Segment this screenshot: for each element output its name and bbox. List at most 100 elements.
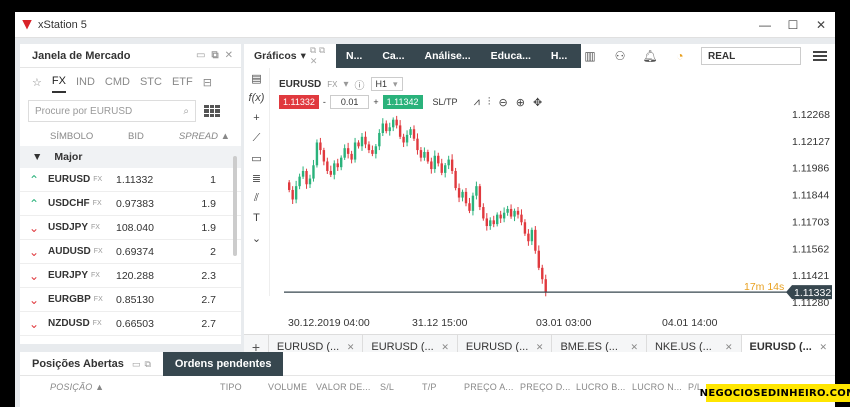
quote-bid: 0.97383 bbox=[116, 197, 154, 210]
volume-minus[interactable]: - bbox=[323, 97, 326, 107]
symbol-search-input[interactable]: Procure por EURUSD ⌕ bbox=[28, 100, 196, 122]
quote-row[interactable]: ⌃ USDCHF FX 0.97383 1.9 bbox=[20, 192, 241, 216]
quote-spread: 1 bbox=[210, 173, 216, 186]
candle-body bbox=[288, 182, 291, 190]
zoom-out-icon[interactable]: ⊖ bbox=[499, 96, 508, 109]
chart-panel: Gráficos ▾ ⧉ ⧉ ✕ N... Ca... Análise... E… bbox=[244, 44, 835, 359]
quote-bid: 108.040 bbox=[116, 221, 154, 234]
candle-body bbox=[506, 208, 509, 213]
grid-view-icon[interactable] bbox=[204, 105, 220, 117]
tab-ind[interactable]: IND bbox=[76, 72, 95, 92]
candle-body bbox=[544, 279, 547, 293]
market-column-headers: SÍMBOLO BID SPREAD ▲ bbox=[20, 126, 241, 146]
candle-body bbox=[534, 229, 537, 251]
tab-open-positions[interactable]: Posições Abertas ▭ ⧉ bbox=[20, 352, 163, 376]
candle-body bbox=[468, 203, 471, 211]
candle-body bbox=[378, 132, 381, 147]
candle-body bbox=[520, 214, 523, 223]
close-tab-icon[interactable]: ✕ bbox=[347, 342, 355, 353]
zoom-in-icon[interactable]: ⊕ bbox=[516, 96, 525, 109]
close-tab-icon[interactable]: ✕ bbox=[820, 342, 828, 353]
close-tab-icon[interactable]: ✕ bbox=[630, 342, 638, 353]
watermark: NEGOCIOSEDINHEIRO.COM bbox=[700, 384, 850, 402]
arrow-down-icon: ⌄ bbox=[28, 268, 40, 283]
minimize-panel-icon[interactable]: ▭ bbox=[196, 50, 205, 61]
candle-body bbox=[423, 151, 426, 158]
x-tick-label: 30.12.2019 04:00 bbox=[288, 317, 370, 329]
minimize-icon[interactable]: — bbox=[751, 12, 779, 38]
tab-pending-orders[interactable]: Ordens pendentes bbox=[162, 352, 284, 376]
candle-body bbox=[444, 165, 447, 173]
timeframe-selector[interactable]: H1 ▾ bbox=[370, 77, 403, 91]
popout-icon[interactable]: ⧉ bbox=[211, 50, 218, 61]
positions-column-header[interactable]: PREÇO A... bbox=[464, 382, 520, 392]
positions-column-header[interactable]: POSIÇÃO ▲ bbox=[20, 382, 220, 392]
market-watch-panel: Janela de Mercado ▭ ⧉ ✕ ☆ FX IND CMD STC… bbox=[20, 44, 241, 344]
positions-column-header[interactable]: PREÇO D... bbox=[520, 382, 576, 392]
info-icon[interactable]: ⓘ bbox=[355, 77, 365, 92]
maximize-icon[interactable]: ☐ bbox=[779, 12, 807, 38]
candle-body bbox=[343, 148, 346, 158]
quote-bid: 0.66503 bbox=[116, 317, 154, 330]
quote-row[interactable]: ⌄ NZDUSD FX 0.66503 2.7 bbox=[20, 312, 241, 336]
quote-row[interactable]: ⌄ EURJPY FX 120.288 2.3 bbox=[20, 264, 241, 288]
candle-body bbox=[523, 222, 527, 234]
candle-body bbox=[541, 267, 544, 280]
move-icon[interactable]: ✥ bbox=[533, 96, 542, 109]
close-tab-icon[interactable]: ✕ bbox=[725, 342, 733, 353]
quote-row[interactable]: ⌄ USDJPY FX 108.040 1.9 bbox=[20, 216, 241, 240]
popout-icon[interactable]: ⧉ bbox=[144, 359, 150, 370]
market-scrollbar[interactable] bbox=[233, 156, 237, 256]
volume-input[interactable]: 0.01 bbox=[329, 95, 370, 109]
quote-symbol: USDJPY FX bbox=[48, 222, 100, 233]
tab-cmd[interactable]: CMD bbox=[105, 72, 130, 92]
positions-column-header[interactable]: S/L bbox=[380, 382, 422, 392]
positions-column-header[interactable]: T/P bbox=[422, 382, 464, 392]
candle-body bbox=[527, 233, 530, 242]
quote-row[interactable]: ⌃ EURUSD FX 1.11332 1 bbox=[20, 168, 241, 192]
close-panel-icon[interactable]: ✕ bbox=[225, 50, 233, 61]
timeframe-dropdown-icon: ▾ bbox=[393, 78, 398, 89]
col-bid[interactable]: BID bbox=[120, 131, 170, 142]
col-symbol[interactable]: SÍMBOLO bbox=[20, 131, 120, 142]
close-icon[interactable]: ✕ bbox=[807, 12, 835, 38]
buy-button[interactable]: 1.11342 bbox=[382, 95, 423, 109]
chart-symbol[interactable]: EURUSD bbox=[279, 79, 321, 90]
candle-body bbox=[301, 170, 305, 177]
close-tab-icon[interactable]: ✕ bbox=[441, 342, 449, 353]
positions-column-header[interactable]: VALOR DE... bbox=[316, 382, 380, 392]
positions-column-header[interactable]: LUCRO B... bbox=[576, 382, 632, 392]
symbol-dropdown-icon[interactable]: ▾ bbox=[343, 79, 348, 90]
quote-row[interactable]: ⌄ AUDUSD FX 0.69374 2 bbox=[20, 240, 241, 264]
close-tab-icon[interactable]: ✕ bbox=[536, 342, 544, 353]
search-placeholder: Procure por EURUSD bbox=[35, 105, 133, 117]
y-tick-label: 1.11986 bbox=[792, 163, 829, 175]
minimize-panel-icon[interactable]: ▭ bbox=[132, 359, 141, 370]
col-spread[interactable]: SPREAD ▲ bbox=[170, 131, 230, 142]
market-watch-header: Janela de Mercado ▭ ⧉ ✕ bbox=[20, 44, 241, 68]
quote-row[interactable]: ⌄ EURGBP FX 0.85130 2.7 bbox=[20, 288, 241, 312]
tab-stc[interactable]: STC bbox=[140, 72, 162, 92]
y-tick-label: 1.12268 bbox=[792, 109, 830, 121]
candle-body bbox=[298, 176, 301, 187]
favorites-star-icon[interactable]: ☆ bbox=[32, 72, 42, 93]
tab-fx[interactable]: FX bbox=[51, 71, 66, 93]
volume-plus[interactable]: + bbox=[373, 97, 378, 107]
positions-column-header[interactable]: TIPO bbox=[220, 382, 268, 392]
candles-icon[interactable]: ⫶ bbox=[488, 96, 491, 109]
positions-column-header[interactable]: LUCRO N... bbox=[632, 382, 688, 392]
sltp-button[interactable]: SL/TP bbox=[433, 97, 458, 107]
basket-icon[interactable]: ⊟ bbox=[203, 72, 212, 93]
group-major[interactable]: ▼ Major bbox=[20, 146, 241, 168]
tab-etf[interactable]: ETF bbox=[172, 72, 193, 92]
line-chart-icon[interactable]: ⩘ bbox=[474, 96, 480, 109]
candle-body bbox=[502, 212, 506, 219]
candle-body bbox=[485, 218, 488, 227]
sell-button[interactable]: 1.11332 bbox=[279, 95, 319, 109]
quote-bid: 120.288 bbox=[116, 269, 154, 282]
quote-spread: 2.7 bbox=[201, 293, 216, 306]
quote-symbol: EURUSD FX bbox=[48, 174, 103, 185]
arrow-down-icon: ⌄ bbox=[28, 316, 40, 331]
positions-column-header[interactable]: VOLUME bbox=[268, 382, 316, 392]
candle-body bbox=[447, 159, 450, 166]
